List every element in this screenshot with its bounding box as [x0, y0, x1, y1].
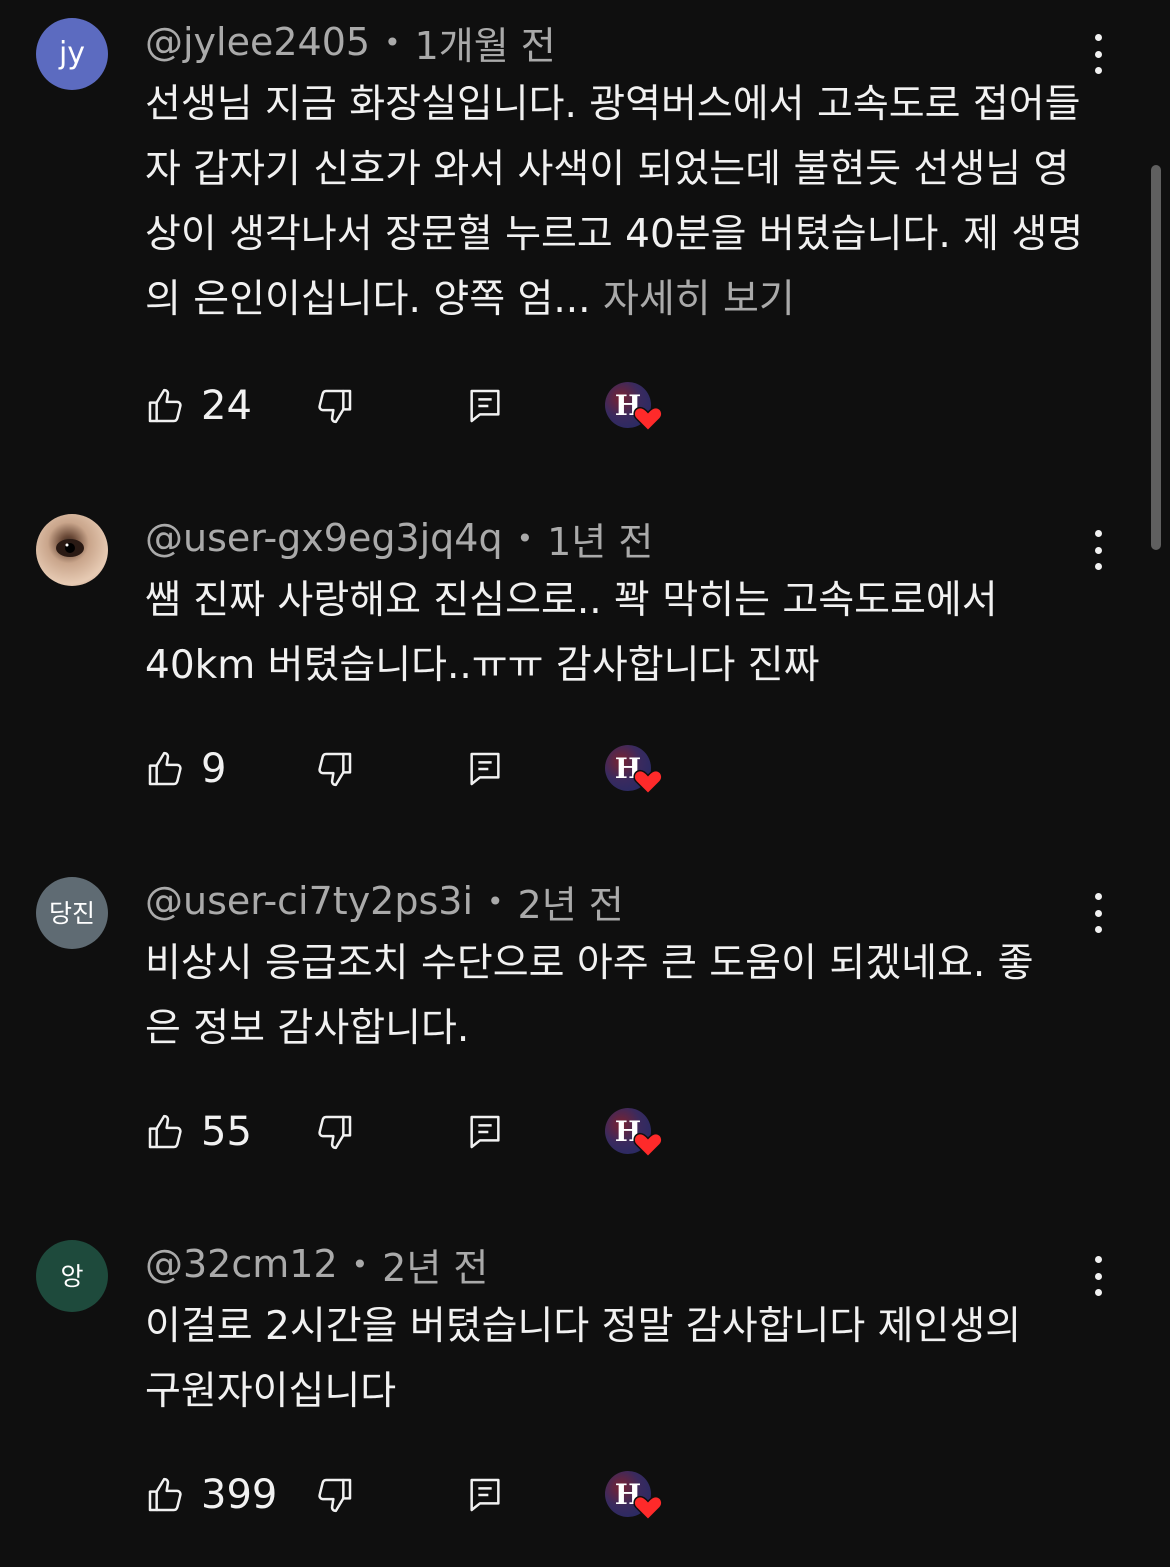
separator-dot: • — [487, 884, 504, 918]
comment-header: @user-ci7ty2ps3i • 2년 전 — [145, 877, 624, 927]
more-vert-icon[interactable] — [1082, 1252, 1114, 1300]
scrollbar[interactable] — [1151, 165, 1161, 550]
comment-icon — [470, 1478, 500, 1512]
comment-author[interactable]: @32cm12 — [145, 1242, 338, 1286]
dislike-button[interactable] — [315, 739, 355, 799]
comment-icon — [470, 1115, 500, 1149]
comment-header: @user-gx9eg3jq4q • 1년 전 — [145, 514, 653, 564]
separator-dot: • — [351, 1247, 369, 1281]
creator-heart-icon: H — [605, 739, 663, 799]
comment-text: 비상시 응급조치 수단으로 아주 큰 도움이 되겠네요. 좋은 정보 감사합니다… — [145, 941, 1034, 1051]
comment-time: 1년 전 — [547, 519, 654, 564]
heart-icon — [633, 406, 663, 432]
reply-button[interactable] — [465, 1102, 505, 1162]
comment-text-container: 선생님 지금 화장실입니다. 광역버스에서 고속도로 접어들자 갑자기 신호가 … — [145, 72, 1105, 332]
comment-icon — [470, 389, 500, 423]
like-button[interactable]: 24 — [145, 376, 252, 436]
comment-header: @jylee2405 • 1개월 전 — [145, 18, 556, 68]
comment-author[interactable]: @user-ci7ty2ps3i — [145, 879, 473, 923]
read-more-link[interactable]: 자세히 보기 — [603, 277, 795, 322]
dislike-button[interactable] — [315, 1465, 355, 1525]
more-vert-icon[interactable] — [1082, 30, 1114, 78]
like-button[interactable]: 399 — [145, 1465, 277, 1525]
separator-dot: • — [516, 521, 534, 555]
comment-header: @32cm12 • 2년 전 — [145, 1240, 488, 1290]
comment-time: 1개월 전 — [414, 23, 556, 68]
more-vert-icon[interactable] — [1082, 526, 1114, 574]
like-button[interactable]: 55 — [145, 1102, 252, 1162]
comment-actions: 399 H — [145, 1465, 705, 1525]
creator-heart-icon: H — [605, 1465, 663, 1525]
reply-button[interactable] — [465, 1465, 505, 1525]
comment-text: 쌤 진짜 사랑해요 진심으로.. 꽉 막히는 고속도로에서 40km 버텼습니다… — [145, 578, 998, 688]
like-count: 9 — [201, 746, 227, 792]
comment-actions: 24 H — [145, 376, 705, 436]
creator-heart-icon: H — [605, 1102, 663, 1162]
comment-text-container: 이걸로 2시간을 버텼습니다 정말 감사합니다 제인생의 구원자이십니다 — [145, 1294, 1065, 1424]
dislike-button[interactable] — [315, 1102, 355, 1162]
comment-author[interactable]: @jylee2405 — [145, 20, 370, 64]
avatar[interactable]: 앙 — [36, 1240, 108, 1312]
thumb-up-icon — [148, 1114, 182, 1149]
like-count: 399 — [201, 1472, 278, 1518]
thumb-up-icon — [148, 388, 182, 423]
comment-text-container: 쌤 진짜 사랑해요 진심으로.. 꽉 막히는 고속도로에서 40km 버텼습니다… — [145, 568, 1065, 698]
thumb-up-icon — [148, 1477, 182, 1512]
avatar[interactable]: 당진 — [36, 877, 108, 949]
thumb-down-icon — [318, 389, 352, 424]
thumb-down-icon — [318, 1115, 352, 1150]
dislike-button[interactable] — [315, 376, 355, 436]
avatar[interactable]: jy — [36, 18, 108, 90]
thumb-down-icon — [318, 1478, 352, 1513]
like-button[interactable]: 9 — [145, 739, 226, 799]
comment: 앙 @32cm12 • 2년 전 이걸로 2시간을 버텼습니다 정말 감사합니다… — [0, 1222, 1150, 1552]
thumb-up-icon — [148, 751, 182, 786]
heart-icon — [633, 769, 663, 795]
comment-actions: 9 H — [145, 739, 705, 799]
comment-author[interactable]: @user-gx9eg3jq4q — [145, 516, 503, 560]
thumb-down-icon — [318, 752, 352, 787]
avatar[interactable] — [36, 514, 108, 586]
reply-button[interactable] — [465, 376, 505, 436]
comment-text: 이걸로 2시간을 버텼습니다 정말 감사합니다 제인생의 구원자이십니다 — [145, 1304, 1022, 1414]
comment-time: 2년 전 — [517, 882, 624, 927]
reply-button[interactable] — [465, 739, 505, 799]
more-vert-icon[interactable] — [1082, 889, 1114, 937]
comment-icon — [470, 752, 500, 786]
comment-time: 2년 전 — [382, 1245, 489, 1290]
eye-photo-icon — [56, 539, 84, 557]
comment: 당진 @user-ci7ty2ps3i • 2년 전 비상시 응급조치 수단으로… — [0, 859, 1150, 1189]
comment-actions: 55 H — [145, 1102, 705, 1162]
comment: @user-gx9eg3jq4q • 1년 전 쌤 진짜 사랑해요 진심으로..… — [0, 496, 1150, 826]
avatar-initials: 당진 — [48, 898, 95, 928]
comment-text-container: 비상시 응급조치 수단으로 아주 큰 도움이 되겠네요. 좋은 정보 감사합니다… — [145, 931, 1065, 1061]
separator-dot: • — [384, 25, 401, 59]
comment: jy @jylee2405 • 1개월 전 선생님 지금 화장실입니다. 광역버… — [0, 0, 1150, 470]
avatar-initials: jy — [58, 36, 86, 71]
avatar-initials: 앙 — [60, 1261, 84, 1291]
like-count: 24 — [201, 383, 252, 429]
heart-icon — [633, 1132, 663, 1158]
heart-icon — [633, 1495, 663, 1521]
like-count: 55 — [201, 1109, 252, 1155]
creator-heart-icon: H — [605, 376, 663, 436]
